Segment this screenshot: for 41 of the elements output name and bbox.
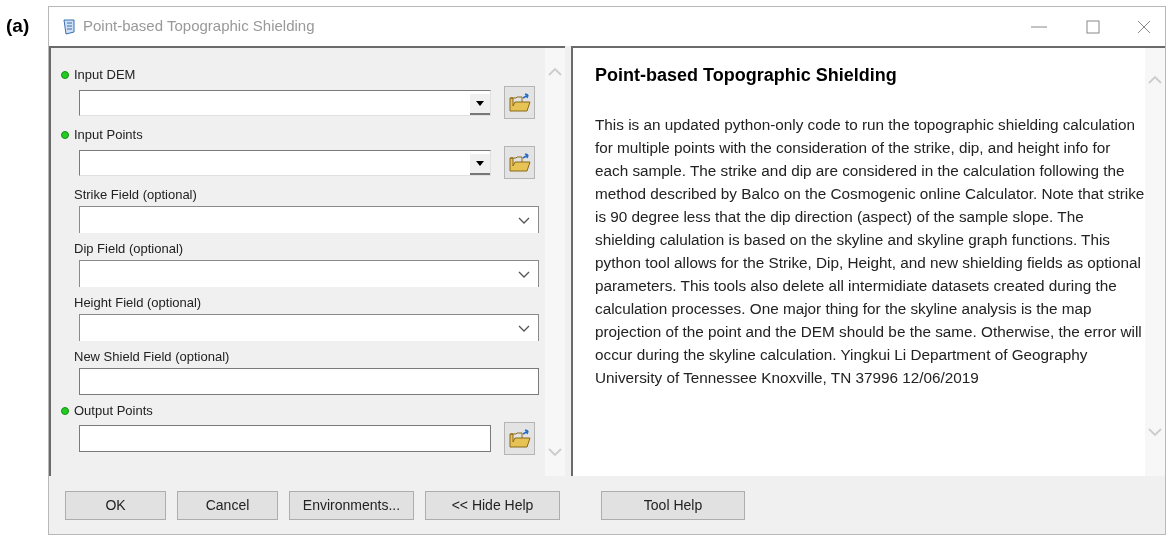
field-label: Output Points bbox=[74, 403, 153, 419]
dropdown-field[interactable] bbox=[79, 206, 539, 233]
field-label: Height Field (optional) bbox=[74, 295, 202, 311]
browse-button[interactable] bbox=[504, 86, 535, 119]
field-label: Input DEM bbox=[74, 67, 136, 83]
chevron-down-icon bbox=[518, 216, 530, 224]
window-title: Point-based Topographic Shielding bbox=[83, 16, 315, 37]
field-label: New Shield Field (optional) bbox=[74, 349, 230, 365]
chevron-down-icon bbox=[518, 324, 530, 332]
folder-icon bbox=[508, 428, 531, 449]
close-icon[interactable] bbox=[1137, 19, 1151, 34]
dropdown-field[interactable] bbox=[79, 149, 491, 176]
field-label: Dip Field (optional) bbox=[74, 241, 184, 257]
dropdown-field[interactable] bbox=[79, 260, 539, 287]
folder-icon bbox=[508, 92, 531, 113]
browse-button[interactable] bbox=[504, 422, 535, 455]
dropdown-field[interactable] bbox=[79, 89, 491, 116]
chevron-down-icon bbox=[518, 270, 530, 278]
dialog-button[interactable]: Tool Help bbox=[601, 490, 745, 520]
text-field[interactable] bbox=[79, 425, 491, 452]
scroll-up-icon bbox=[548, 68, 563, 76]
help-title: Point-based Topographic Shielding bbox=[595, 64, 898, 87]
field-label: Strike Field (optional) bbox=[74, 187, 197, 203]
dialog-button[interactable]: Cancel bbox=[177, 490, 278, 520]
figure-label: (a) bbox=[5, 14, 31, 38]
scroll-down-icon bbox=[548, 448, 563, 456]
dialog-button[interactable]: OK bbox=[65, 490, 166, 520]
text-field[interactable] bbox=[79, 368, 539, 395]
scroll-icon bbox=[61, 17, 77, 36]
browse-button[interactable] bbox=[504, 146, 535, 179]
dialog-button[interactable]: << Hide Help bbox=[425, 490, 560, 520]
field-label: Input Points bbox=[74, 127, 143, 143]
scroll-up-icon bbox=[1148, 76, 1162, 84]
folder-icon bbox=[508, 152, 531, 173]
scrollbar[interactable] bbox=[545, 48, 566, 476]
scrollbar[interactable] bbox=[1145, 48, 1165, 476]
maximize-icon[interactable] bbox=[1086, 19, 1100, 34]
scroll-down-icon bbox=[1148, 428, 1162, 436]
help-text: This is an updated python-only code to run the topographic shielding calculation for multiple points with the consideration of the strike, dip, and height info for each sample. The strike and dip are considered in the calculation following the method described by Balco on the Cosmogenic online Calculator. Note that strike is 90 degree less that the dip direction (aspect) of the sample slope. The shielding calulation is based on the skyline and skyline graph functions. This python tool allows for the Strike, Dip, Height, and new shielding fields as optional parameters. This tools also delete all intermidiate datasets created during the calculation processes. One major thing for the skyline analysis is the map projection of the point and the DEM should be the same. Otherwise, the error will occur during the skyline calculation. Yingkui Li Department of Geography University of Tennessee Knoxville, TN 37996 12/06/2019 bbox=[595, 115, 1145, 388]
dialog-button[interactable]: Environments... bbox=[289, 490, 414, 520]
dropdown-field[interactable] bbox=[79, 314, 539, 341]
